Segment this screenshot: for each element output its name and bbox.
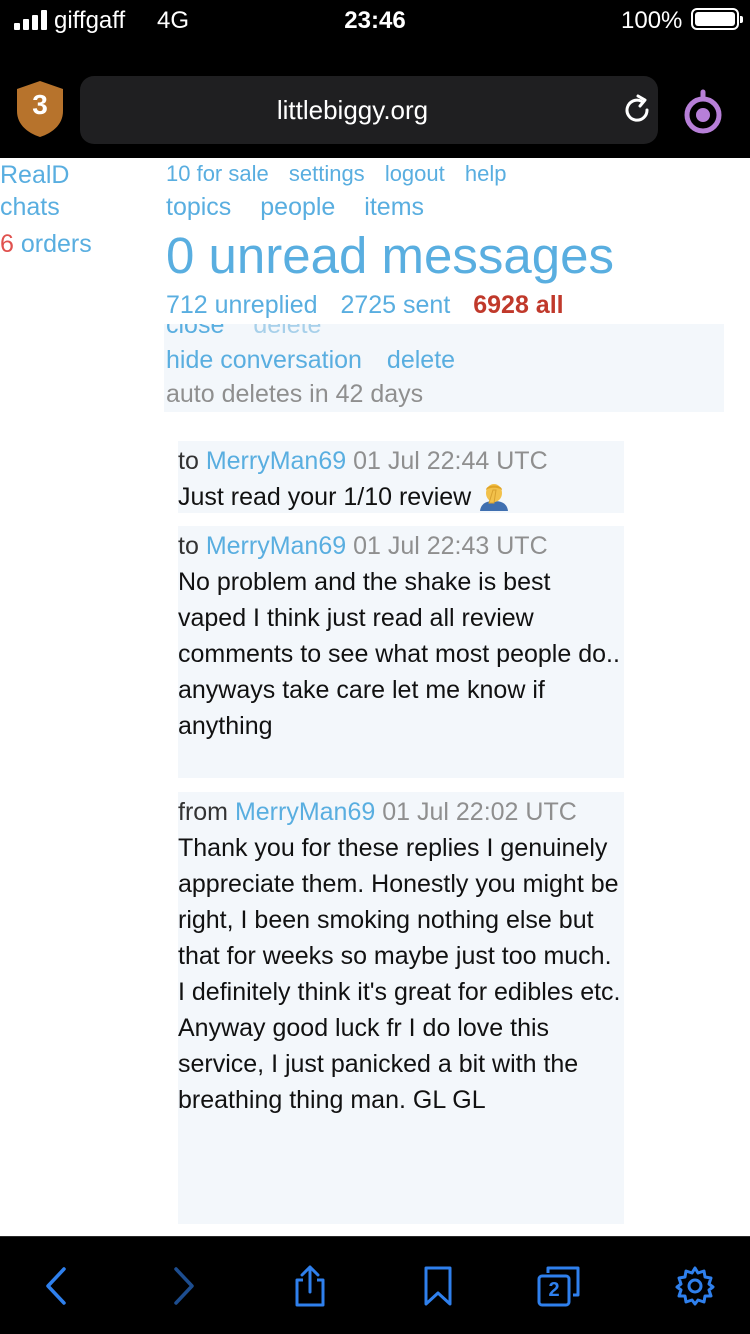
hide-conversation-link[interactable]: hide conversation <box>166 346 362 374</box>
all-link[interactable]: 6928 all <box>473 291 563 319</box>
browser-toolbar: 3 littlebiggy.org <box>0 44 750 158</box>
conversation-controls: close delete hide conversation delete au… <box>164 324 724 412</box>
message-item: to MerryMan69 01 Jul 22:44 UTC Just read… <box>178 441 624 513</box>
help-link[interactable]: help <box>465 161 507 186</box>
message-header: to MerryMan69 01 Jul 22:44 UTC <box>178 443 624 479</box>
message-timestamp: 01 Jul 22:43 UTC <box>346 532 548 560</box>
web-page: RealD chats 6 orders 10 for sale setting… <box>0 158 750 1236</box>
items-link[interactable]: items <box>364 193 424 221</box>
logout-link[interactable]: logout <box>385 161 445 186</box>
close-link[interactable]: close <box>166 324 224 339</box>
message-header: from MerryMan69 01 Jul 22:02 UTC <box>178 794 624 830</box>
settings-gear-icon[interactable] <box>674 1265 716 1307</box>
unreplied-link[interactable]: 712 unreplied <box>166 291 318 319</box>
bookmarks-icon[interactable] <box>418 1265 458 1307</box>
conversation-actions: hide conversation delete <box>166 346 473 375</box>
share-icon[interactable] <box>290 1265 330 1307</box>
status-bar: giffgaff 4G 23:46 100% <box>0 0 750 44</box>
message-body: Just read your 1/10 review <box>178 479 624 515</box>
message-direction: from <box>178 798 228 826</box>
shield-badge-button[interactable]: 3 <box>14 79 66 139</box>
auto-delete-notice: auto deletes in 42 days <box>166 380 424 408</box>
message-user-link[interactable]: MerryMan69 <box>206 532 346 560</box>
address-bar[interactable]: littlebiggy.org <box>80 76 658 144</box>
message-direction: to <box>178 447 199 475</box>
reload-icon[interactable] <box>619 92 655 128</box>
message-timestamp: 01 Jul 22:02 UTC <box>375 798 577 826</box>
settings-link[interactable]: settings <box>289 161 365 186</box>
topics-link[interactable]: topics <box>166 193 231 221</box>
message-text: Just read your 1/10 review <box>178 483 472 511</box>
message-counts: 712 unreplied 2725 sent 6928 all <box>166 291 580 320</box>
message-body: No problem and the shake is best vaped I… <box>178 568 620 740</box>
tab-count: 2 <box>548 1279 560 1301</box>
nav-chats-link[interactable]: chats <box>0 193 60 222</box>
nav-reald-link[interactable]: RealD <box>0 161 69 190</box>
message-user-link[interactable]: MerryMan69 <box>235 798 375 826</box>
nav-orders-link[interactable]: 6 orders <box>0 230 92 259</box>
orders-label: orders <box>13 230 92 258</box>
orders-count: 6 <box>0 230 14 258</box>
message-direction: to <box>178 532 199 560</box>
message-item: to MerryMan69 01 Jul 22:43 UTC No proble… <box>178 526 624 778</box>
delete-link-faded[interactable]: delete <box>253 324 321 339</box>
back-icon[interactable] <box>38 1265 78 1307</box>
people-link[interactable]: people <box>260 193 335 221</box>
top-nav: 10 for sale settings logout help <box>166 161 520 187</box>
forward-icon[interactable] <box>162 1265 202 1307</box>
onion-icon[interactable] <box>680 88 726 134</box>
section-nav: topics people items <box>166 193 446 222</box>
message-timestamp: 01 Jul 22:44 UTC <box>346 447 548 475</box>
sent-link[interactable]: 2725 sent <box>340 291 450 319</box>
browser-bottom-bar: 2 <box>0 1236 750 1334</box>
facepalm-emoji-icon <box>480 484 509 511</box>
unread-messages-heading[interactable]: 0 unread messages <box>166 226 614 285</box>
message-header: to MerryMan69 01 Jul 22:43 UTC <box>178 528 624 564</box>
message-user-link[interactable]: MerryMan69 <box>206 447 346 475</box>
scrolled-actions: close delete <box>166 324 343 340</box>
tabs-button[interactable]: 2 <box>536 1265 582 1307</box>
message-item: from MerryMan69 01 Jul 22:02 UTC Thank y… <box>178 792 624 1224</box>
for-sale-link[interactable]: 10 for sale <box>166 161 269 186</box>
battery-percentage: 100% <box>621 7 683 34</box>
shield-count: 3 <box>32 89 48 120</box>
delete-conversation-link[interactable]: delete <box>387 346 455 374</box>
message-body: Thank you for these replies I genuinely … <box>178 834 627 1114</box>
url-text: littlebiggy.org <box>276 95 429 125</box>
battery-icon <box>691 8 743 30</box>
